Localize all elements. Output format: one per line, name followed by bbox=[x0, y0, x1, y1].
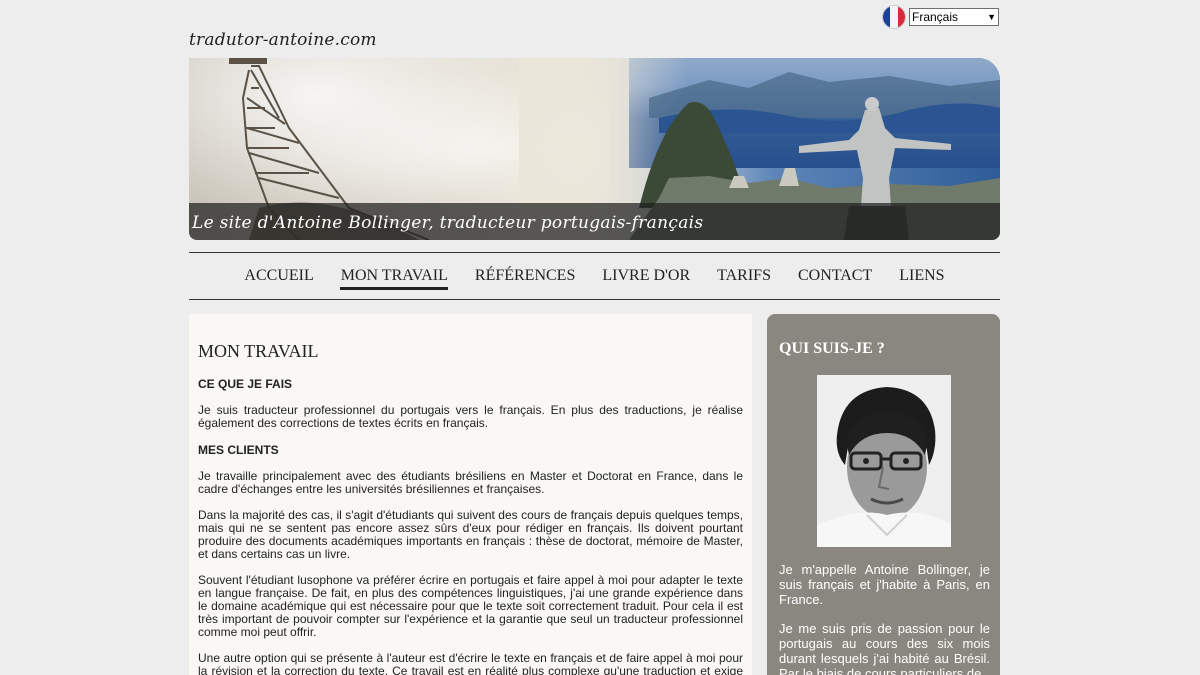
paragraph: Je suis traducteur professionnel du port… bbox=[198, 403, 743, 430]
language-select-value: Français bbox=[912, 10, 959, 24]
banner-caption: Le site d'Antoine Bollinger, traducteur … bbox=[192, 213, 704, 233]
sidebar-paragraph: Je m'appelle Antoine Bollinger, je suis … bbox=[779, 562, 990, 607]
chevron-down-icon: ▼ bbox=[987, 12, 996, 22]
nav-item-mon-travail[interactable]: MON TRAVAIL bbox=[327, 253, 461, 299]
nav-item-references[interactable]: RÉFÉRENCES bbox=[461, 253, 588, 299]
sidebar-paragraph: Je me suis pris de passion pour le portu… bbox=[779, 621, 990, 675]
nav-item-accueil[interactable]: ACCUEIL bbox=[231, 253, 327, 299]
portrait-photo bbox=[817, 375, 951, 547]
site-name-logo[interactable]: tradutor-antoine.com bbox=[189, 30, 377, 50]
header-banner: Le site d'Antoine Bollinger, traducteur … bbox=[189, 58, 1000, 240]
nav-item-liens[interactable]: LIENS bbox=[886, 253, 958, 299]
paragraph: Dans la majorité des cas, il s'agit d'ét… bbox=[198, 508, 743, 561]
section-heading: CE QUE JE FAIS bbox=[198, 377, 293, 391]
language-select[interactable]: Français ▼ bbox=[909, 8, 999, 26]
sidebar-title: QUI SUIS-JE ? bbox=[779, 340, 885, 357]
main-nav: ACCUEIL MON TRAVAIL RÉFÉRENCES LIVRE D'O… bbox=[189, 252, 1000, 300]
page-title: MON TRAVAIL bbox=[198, 341, 319, 361]
section-heading: MES CLIENTS bbox=[198, 443, 279, 457]
sidebar-about: QUI SUIS-JE ? Je m'appelle Antoine Bolli… bbox=[767, 314, 1000, 675]
france-flag-icon[interactable] bbox=[883, 6, 905, 28]
nav-item-contact[interactable]: CONTACT bbox=[784, 253, 885, 299]
language-selector: Français ▼ bbox=[883, 6, 999, 28]
paragraph: Une autre option qui se présente à l'aut… bbox=[198, 651, 743, 675]
main-content: MON TRAVAIL CE QUE JE FAIS Je suis tradu… bbox=[189, 314, 752, 675]
nav-item-livre-d-or[interactable]: LIVRE D'OR bbox=[589, 253, 704, 299]
nav-item-tarifs[interactable]: TARIFS bbox=[704, 253, 785, 299]
paragraph: Souvent l'étudiant lusophone va préférer… bbox=[198, 573, 743, 639]
paragraph: Je travaille principalement avec des étu… bbox=[198, 469, 743, 496]
